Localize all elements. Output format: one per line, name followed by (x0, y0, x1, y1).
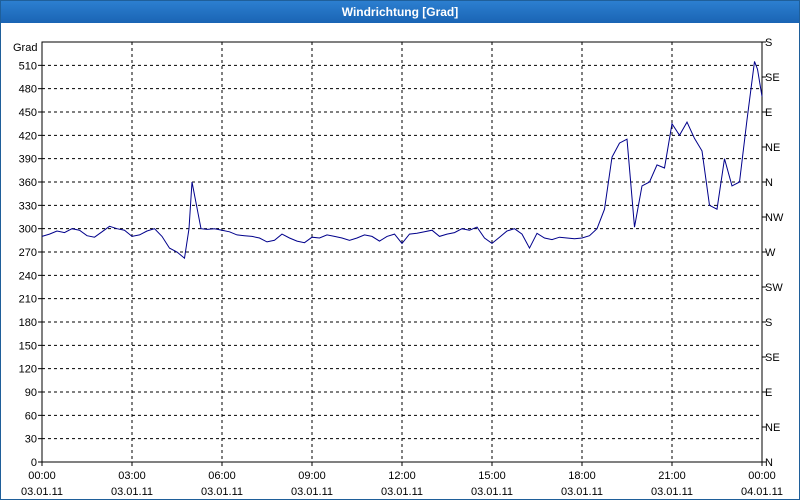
y-axis-ticks: 0 30 60 90 120 150 180 210 240 270 300 330 360 390 420… (19, 60, 42, 469)
y-tick-label: 180 (19, 317, 37, 329)
y-tick-label: 330 (19, 200, 37, 212)
y-tick-label: 150 (19, 340, 37, 352)
x-tick-time: 18:00 (568, 470, 596, 482)
y2-tick-label: NE (765, 142, 780, 154)
x-tick-time: 00:00 (28, 470, 56, 482)
y-tick-label: 270 (19, 247, 37, 259)
x-tick-date: 03.01.11 (111, 486, 153, 498)
x-tick-time: 09:00 (298, 470, 326, 482)
grid-lines (42, 42, 762, 462)
y-tick-label: 0 (31, 457, 37, 469)
x-tick-time: 06:00 (208, 470, 236, 482)
x-tick-time: 21:00 (658, 470, 686, 482)
y-tick-label: 450 (19, 107, 37, 119)
x-axis-ticks: 00:00 03.01.11 03:00 03.01.11 06:00 03.01.11 0… (21, 462, 783, 498)
y-axis-label: Grad (13, 42, 37, 54)
x-tick-date: 03.01.11 (651, 486, 693, 498)
y2-axis-ticks: N NE E SE S SW W NW N NE E SE S (762, 37, 784, 469)
y2-tick-label: N (765, 177, 773, 189)
y-tick-label: 390 (19, 154, 37, 166)
chart: Grad 0 30 60 90 120 150 180 210 240 270 300 330 360 3… (13, 37, 784, 498)
x-tick-date: 04.01.11 (741, 486, 783, 498)
y2-tick-label: W (765, 247, 776, 259)
y2-tick-label: SE (765, 352, 780, 364)
y-tick-label: 510 (19, 60, 37, 72)
y-tick-label: 480 (19, 84, 37, 96)
y2-tick-label: S (765, 317, 772, 329)
y-tick-label: 30 (25, 434, 37, 446)
x-tick-time: 00:00 (748, 470, 776, 482)
x-tick-time: 12:00 (388, 470, 416, 482)
y2-tick-label: E (765, 107, 772, 119)
y-tick-label: 240 (19, 270, 37, 282)
y2-tick-label: SW (765, 282, 783, 294)
x-tick-date: 03.01.11 (561, 486, 603, 498)
x-tick-date: 03.01.11 (471, 486, 513, 498)
x-tick-date: 03.01.11 (381, 486, 423, 498)
y-tick-label: 90 (25, 387, 37, 399)
x-tick-time: 15:00 (478, 470, 506, 482)
y-tick-label: 420 (19, 130, 37, 142)
y-tick-label: 210 (19, 294, 37, 306)
x-tick-time: 03:00 (118, 470, 146, 482)
y2-tick-label: N (765, 457, 773, 469)
y-tick-label: 300 (19, 224, 37, 236)
chart-window: Windrichtung [Grad] Grad 0 30 60 90 120 150 18… (0, 0, 800, 500)
y-tick-label: 360 (19, 177, 37, 189)
x-tick-date: 03.01.11 (201, 486, 243, 498)
y2-tick-label: S (765, 37, 772, 49)
y-tick-label: 60 (25, 410, 37, 422)
y2-tick-label: NW (765, 212, 784, 224)
y2-tick-label: NE (765, 422, 780, 434)
y2-tick-label: SE (765, 72, 780, 84)
x-tick-date: 03.01.11 (291, 486, 333, 498)
y2-tick-label: E (765, 387, 772, 399)
y-tick-label: 120 (19, 364, 37, 376)
x-tick-date: 03.01.11 (21, 486, 63, 498)
